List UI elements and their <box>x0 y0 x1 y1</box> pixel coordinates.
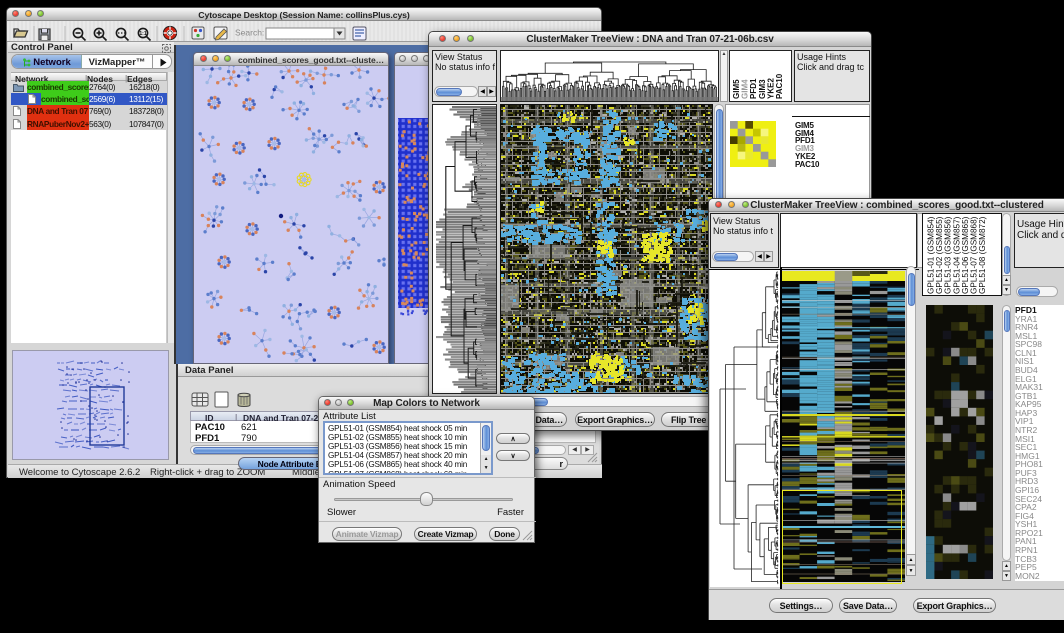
svg-text:GPL51-08 (GSM872): GPL51-08 (GSM872) <box>978 216 987 294</box>
svg-text:1:1: 1:1 <box>139 31 146 37</box>
svg-text:Search:: Search: <box>235 28 264 38</box>
svg-text:PAC10: PAC10 <box>775 73 784 99</box>
